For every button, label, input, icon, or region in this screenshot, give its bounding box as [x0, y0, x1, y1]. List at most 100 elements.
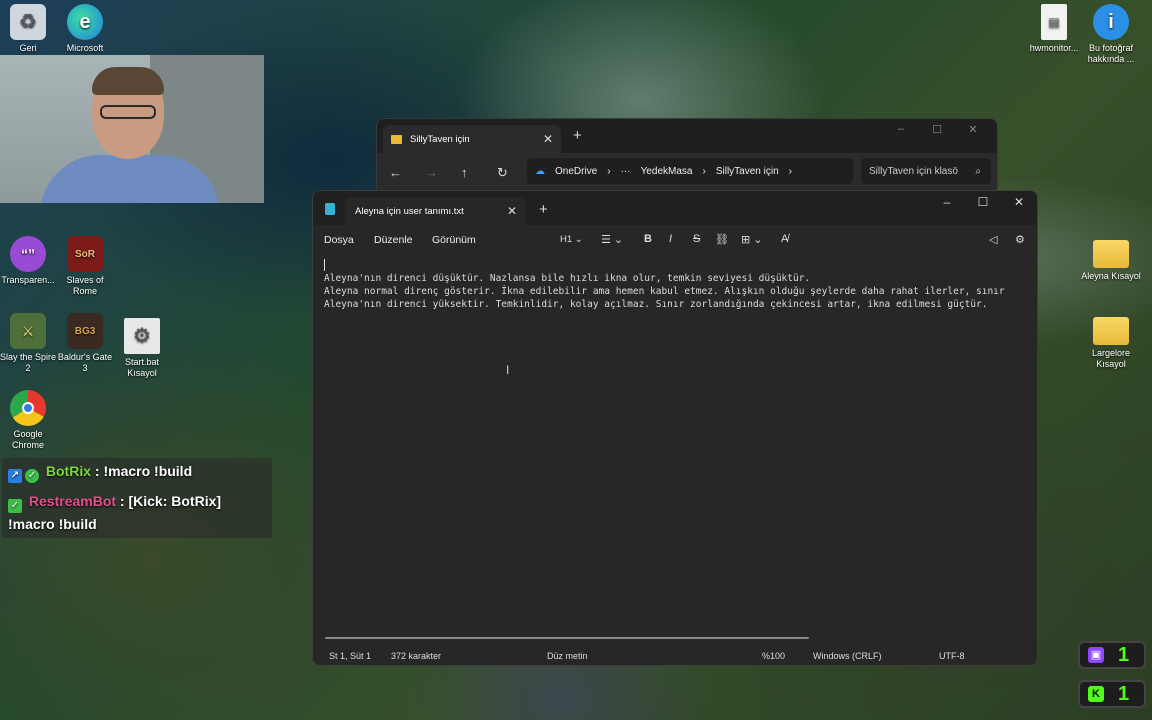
webcam-overlay: [0, 55, 264, 203]
maximize-button[interactable]: ☐: [919, 123, 955, 136]
address-bar[interactable]: ☁ OneDrive › ··· YedekMasa › SillyTaven …: [527, 158, 853, 184]
status-bar: St 1, Süt 1 372 karakter Düz metin %100 …: [313, 647, 1037, 665]
desktop-icon-chrome[interactable]: Google Chrome: [0, 390, 58, 451]
chat-message: ✓ RestreamBot : [Kick: BotRix]: [8, 493, 221, 513]
horizontal-scrollbar[interactable]: [325, 637, 809, 639]
chat-message: !macro !build: [8, 516, 97, 532]
desktop-icon-label: Slay the Spire 2: [0, 352, 57, 373]
more-icon[interactable]: ···: [621, 166, 631, 177]
chat-text: : !macro !build: [94, 463, 193, 479]
platform-badge-icon: ↗: [8, 469, 22, 483]
clear-format-icon[interactable]: A̸: [781, 233, 788, 245]
close-tab-icon[interactable]: ✕: [507, 204, 517, 218]
folder-icon: [1093, 240, 1129, 268]
notepad-tab[interactable]: Aleyna için user tanımı.txt ✕: [345, 197, 525, 225]
desktop-icon-baldurs-gate[interactable]: BG3 Baldur's Gate 3: [55, 313, 115, 374]
webcam-person-glasses: [100, 105, 156, 119]
bot-badge-icon: ✓: [8, 499, 22, 513]
minimize-button[interactable]: –: [929, 195, 965, 209]
status-position: St 1, Süt 1: [329, 651, 372, 661]
close-tab-icon[interactable]: ✕: [543, 132, 553, 146]
breadcrumb-onedrive[interactable]: OneDrive: [555, 166, 597, 177]
close-button[interactable]: ✕: [955, 123, 991, 136]
kick-viewer-badge: K 1: [1078, 680, 1146, 708]
new-tab-button[interactable]: +: [539, 201, 548, 218]
twitch-viewer-count: 1: [1118, 643, 1130, 666]
recycle-bin-icon: ♻: [10, 4, 46, 40]
desktop-icon-slay-the-spire[interactable]: ⚔ Slay the Spire 2: [0, 313, 58, 374]
desktop-icon-aleyna-folder[interactable]: Aleyna Kısayol: [1081, 236, 1141, 282]
folder-icon: [391, 134, 402, 144]
menu-file[interactable]: Dosya: [324, 234, 354, 246]
desktop-icon-label: Start.bat Kısayol: [124, 357, 160, 378]
editor-line: Aleyna'nın direnci yüksektir. Temkinlidi…: [324, 299, 988, 310]
settings-gear-icon[interactable]: ⚙: [1015, 233, 1025, 246]
search-input[interactable]: SillyTaven için klasö ⌕: [861, 158, 991, 184]
editor-line: Aleyna normal direnç gösterir. İkna edil…: [324, 286, 1005, 297]
desktop-icon-edge[interactable]: e Microsoft: [55, 4, 115, 54]
copilot-icon[interactable]: ◁: [989, 233, 997, 246]
desktop-icon-transparent[interactable]: “” Transparen...: [0, 236, 58, 286]
bold-icon[interactable]: B: [644, 233, 652, 245]
text-editor[interactable]: Aleyna'nın direnci düşüktür. Nazlansa bi…: [313, 257, 1037, 633]
close-button[interactable]: ✕: [1001, 195, 1037, 209]
status-line-ending[interactable]: Windows (CRLF): [813, 651, 882, 661]
file-explorer-window[interactable]: SillyTaven için ✕ + – ☐ ✕ ← → ↑ ↻ ☁ OneD…: [376, 118, 998, 193]
status-format[interactable]: Düz metin: [547, 651, 588, 661]
forward-arrow-icon[interactable]: →: [425, 165, 438, 180]
breadcrumb-yedekmasa[interactable]: YedekMasa: [641, 166, 693, 177]
link-icon[interactable]: ⛓: [715, 233, 729, 246]
notepad-tab-title: Aleyna için user tanımı.txt: [355, 205, 464, 217]
desktop-icon-start-bat[interactable]: ⚙ Start.bat Kısayol: [112, 318, 172, 379]
editor-line: Aleyna'nın direnci düşüktür. Nazlansa bi…: [324, 273, 811, 284]
heading-dropdown[interactable]: H1 ⌄: [560, 234, 583, 245]
desktop-icon-label: Transparen...: [1, 275, 55, 285]
notepad-titlebar[interactable]: Aleyna için user tanımı.txt ✕ + – ☐ ✕: [313, 191, 1037, 225]
info-icon: i: [1093, 4, 1129, 40]
explorer-tab-title: SillyTaven için: [410, 133, 470, 145]
up-arrow-icon[interactable]: ↑: [461, 165, 468, 180]
desktop-icon-label: Bu fotoğraf hakkında ...: [1087, 43, 1135, 64]
chat-text: : [Kick: BotRix]: [119, 493, 222, 509]
webcam-person-hair: [92, 67, 164, 95]
search-icon: ⌕: [975, 165, 981, 177]
desktop-icon-label: Google Chrome: [11, 429, 44, 450]
menu-view[interactable]: Görünüm: [432, 234, 476, 246]
italic-icon[interactable]: I: [669, 233, 672, 245]
chat-username: RestreamBot: [28, 493, 117, 509]
desktop-icon-label: Geri: [19, 43, 37, 53]
chat-text: !macro !build: [8, 516, 97, 532]
menu-edit[interactable]: Düzenle: [374, 234, 413, 246]
chat-username: BotRix: [45, 463, 92, 479]
notepad-app-icon: [325, 203, 335, 215]
twitch-viewer-badge: ▣ 1: [1078, 641, 1146, 669]
status-zoom[interactable]: %100: [762, 651, 785, 661]
desktop-icon-label: hwmonitor...: [1029, 43, 1079, 53]
edge-icon: e: [67, 4, 103, 40]
strikethrough-icon[interactable]: S: [693, 233, 700, 245]
explorer-tab[interactable]: SillyTaven için ✕: [383, 125, 561, 153]
maximize-button[interactable]: ☐: [965, 195, 1001, 209]
search-placeholder: SillyTaven için klasö: [869, 165, 958, 177]
desktop-icon-slaves-of-rome[interactable]: SoR Slaves of Rome: [55, 236, 115, 297]
heading-label: H1: [560, 234, 573, 245]
desktop-icon-recycle-bin[interactable]: ♻ Geri: [0, 4, 58, 54]
list-dropdown-icon[interactable]: ☰ ⌄: [601, 233, 623, 246]
status-encoding[interactable]: UTF-8: [939, 651, 965, 661]
text-caret: [324, 259, 325, 271]
chat-bubble-icon: “”: [10, 236, 46, 272]
desktop-icon-largelore-folder[interactable]: Largelore Kısayol: [1081, 313, 1141, 370]
desktop-icon-hwmonitor[interactable]: ▤ hwmonitor...: [1024, 4, 1084, 54]
desktop-icon-label: Aleyna Kısayol: [1081, 271, 1141, 281]
chevron-right-icon: ›: [788, 165, 792, 177]
new-tab-button[interactable]: +: [573, 127, 582, 144]
minimize-button[interactable]: –: [883, 123, 919, 136]
back-arrow-icon[interactable]: ←: [389, 165, 402, 180]
refresh-icon[interactable]: ↻: [497, 165, 508, 181]
desktop-icon-photo-info[interactable]: i Bu fotoğraf hakkında ...: [1081, 4, 1141, 65]
game-icon: ⚔: [10, 313, 46, 349]
notepad-menubar: Dosya Düzenle Görünüm H1 ⌄ ☰ ⌄ B I S ⛓ ⊞…: [313, 225, 1037, 255]
table-dropdown-icon[interactable]: ⊞ ⌄: [741, 233, 763, 246]
breadcrumb-current[interactable]: SillyTaven için: [716, 166, 779, 177]
notepad-window[interactable]: Aleyna için user tanımı.txt ✕ + – ☐ ✕ Do…: [312, 190, 1038, 666]
